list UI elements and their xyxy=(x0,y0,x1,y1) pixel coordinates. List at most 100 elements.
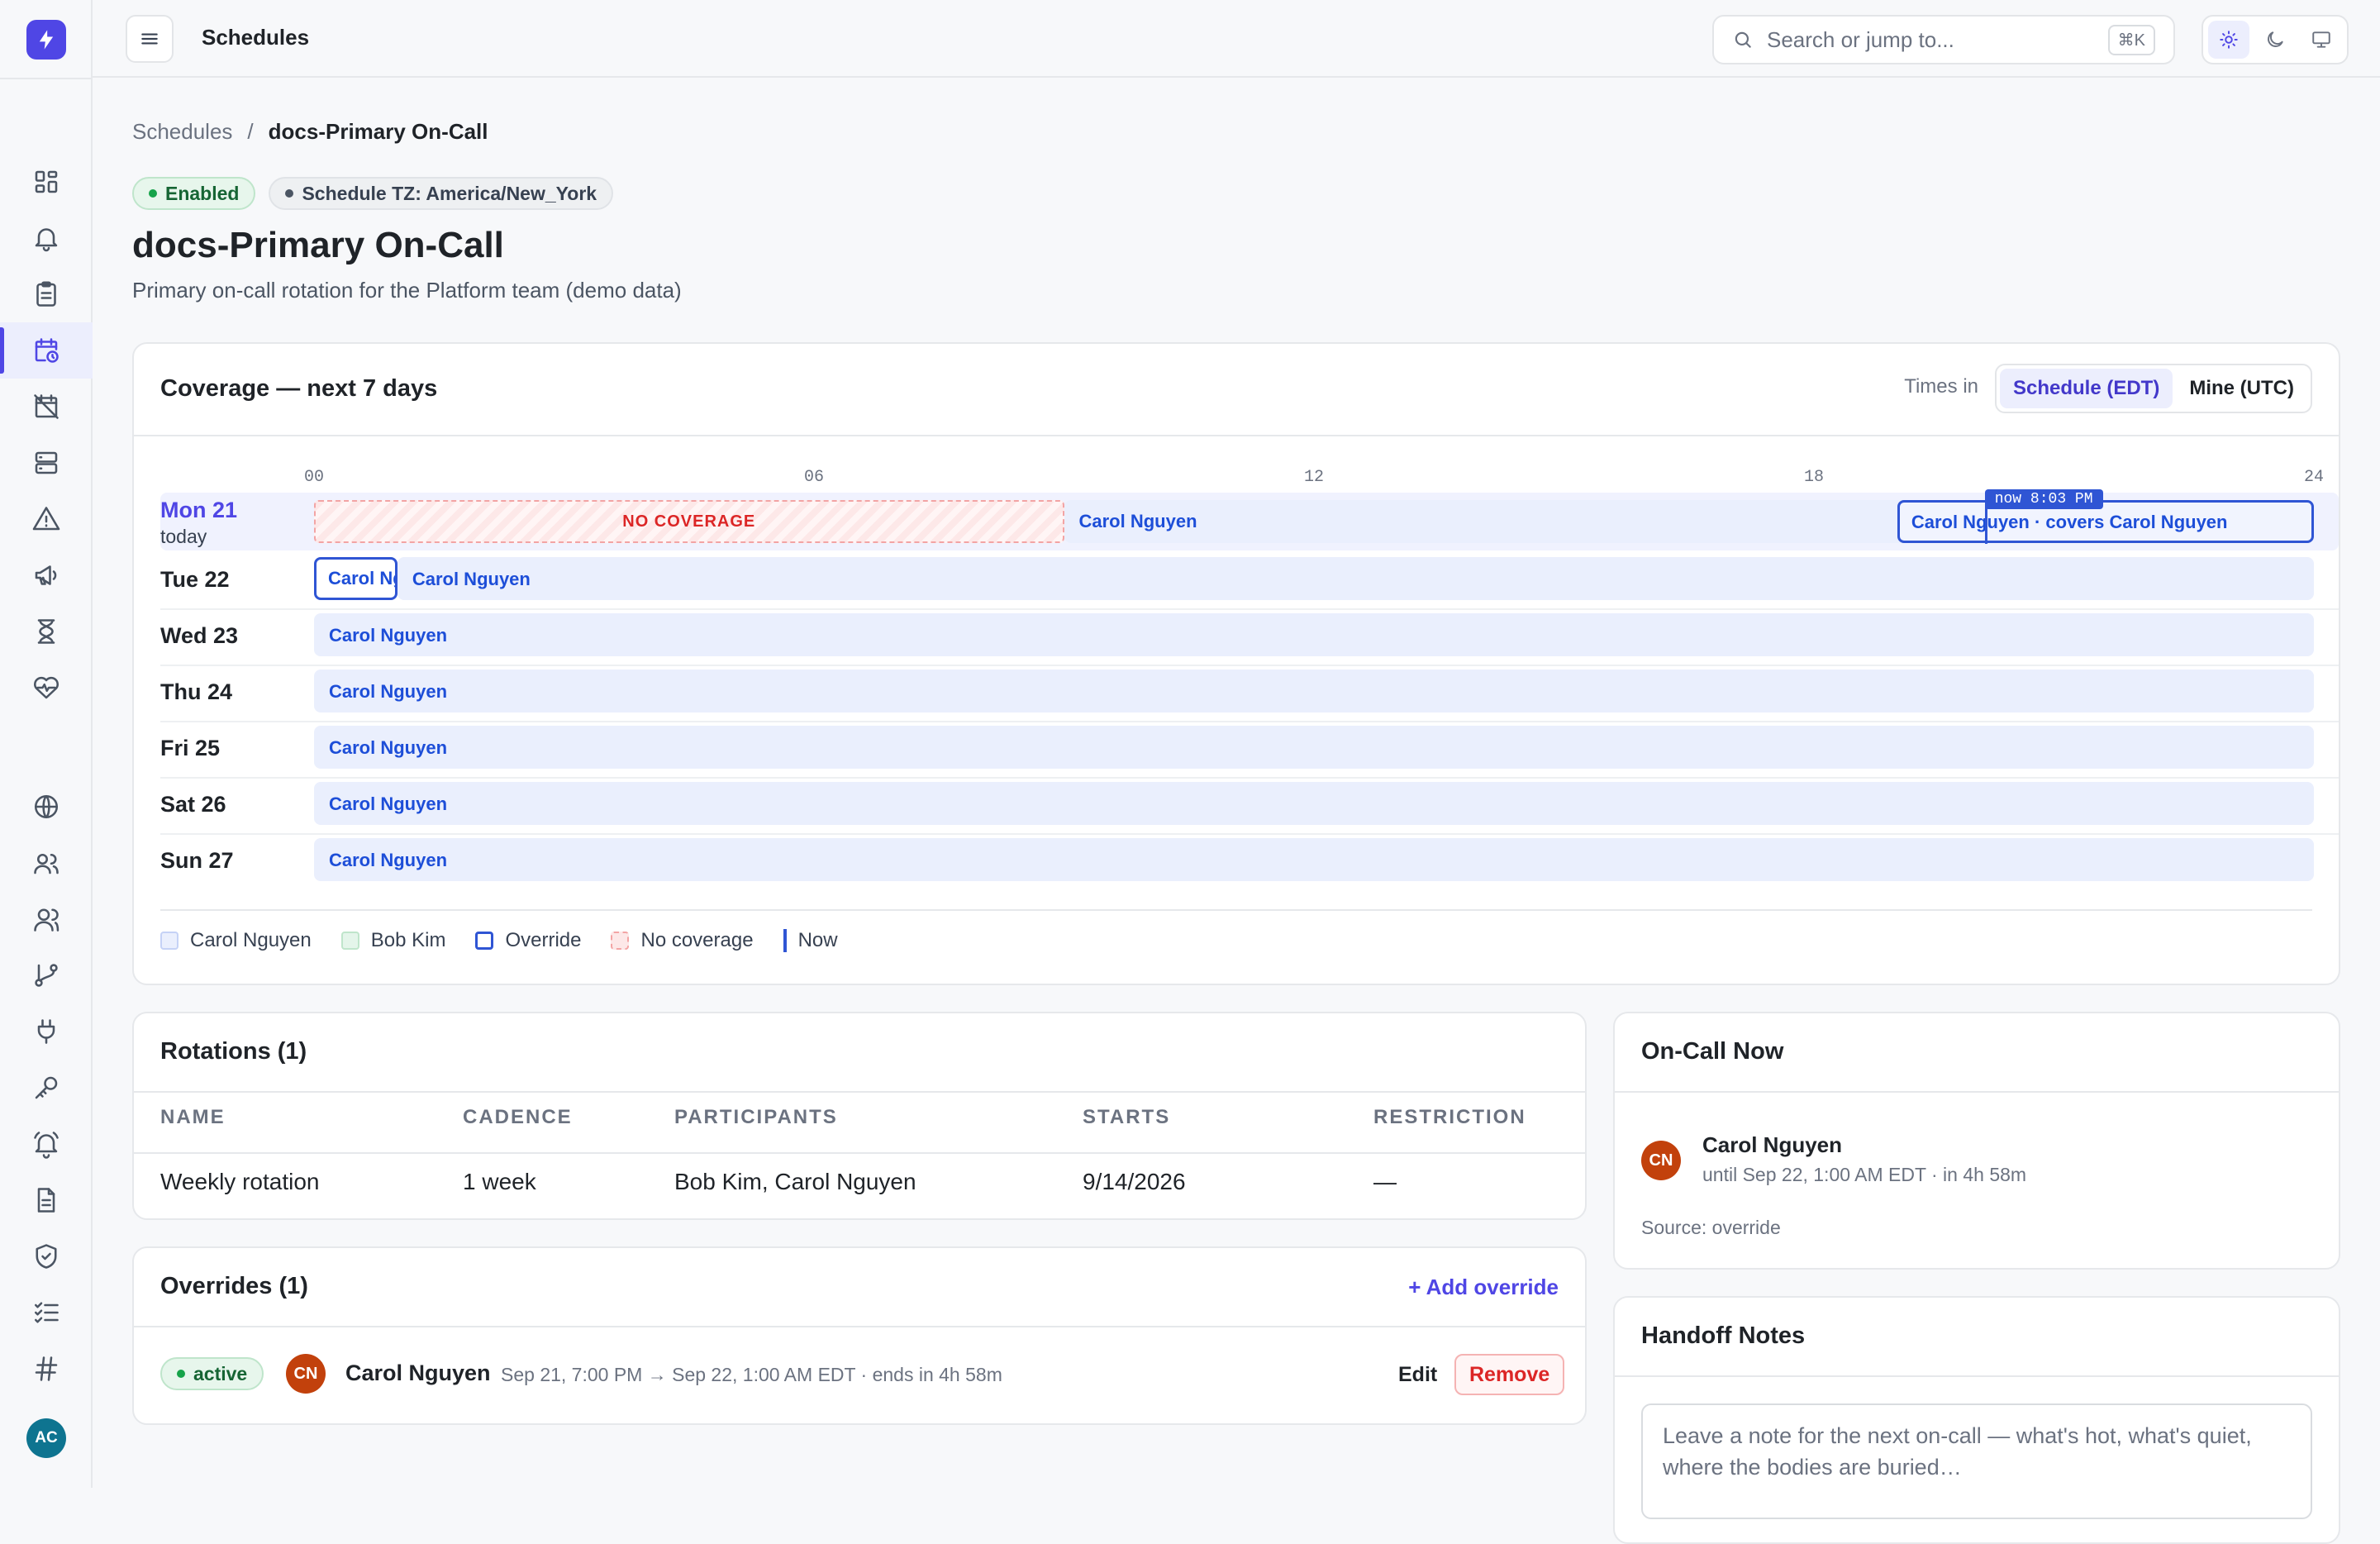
legend-label: Bob Kim xyxy=(370,929,446,951)
top-bar-title: Schedules xyxy=(202,25,310,50)
coverage-card: Coverage — next 7 days Times in Schedule… xyxy=(132,342,2340,985)
checklist-icon[interactable] xyxy=(0,1284,93,1341)
shift-label: Carol Nguyen xyxy=(329,737,448,758)
tz-mine-option[interactable]: Mine (UTC) xyxy=(2176,369,2307,408)
user-avatar[interactable]: AC xyxy=(26,1418,66,1458)
bolt-icon[interactable] xyxy=(26,20,66,60)
hour-tick: 06 xyxy=(803,468,825,487)
calendar-off-icon[interactable] xyxy=(0,379,93,435)
oncall-now-title: On-Call Now xyxy=(1641,1038,1784,1065)
handoff-divider xyxy=(1615,1375,2339,1377)
legend-carol: Carol Nguyen xyxy=(160,929,312,952)
breadcrumb: Schedules / docs-Primary On-Call xyxy=(132,119,488,145)
table-header-divider xyxy=(134,1152,1585,1154)
column-header: STARTS xyxy=(1083,1106,1171,1128)
megaphone-icon[interactable] xyxy=(0,547,93,603)
legend-label: Override xyxy=(505,929,582,951)
calendar-clock-icon[interactable] xyxy=(0,322,93,379)
sun-icon[interactable] xyxy=(2208,21,2249,59)
hourglass-icon[interactable] xyxy=(0,603,93,660)
heart-pulse-icon[interactable] xyxy=(0,660,93,716)
document-icon[interactable] xyxy=(0,1172,93,1228)
breadcrumb-current: docs-Primary On-Call xyxy=(268,119,488,144)
oncall-source: Source: override xyxy=(1641,1217,1781,1238)
override-status-label: active xyxy=(193,1362,248,1384)
coverage-legend: Carol Nguyen Bob Kim Override No coverag… xyxy=(160,929,838,952)
shift-bar[interactable] xyxy=(314,670,2314,712)
day-row-tue: Tue 22 Carol Nguyen Carol Nguyen xyxy=(160,554,2339,610)
day-row-sat: Sat 26 Carol Nguyen xyxy=(160,779,2339,835)
hour-tick: 24 xyxy=(2303,468,2325,487)
shift-label: Carol Nguyen xyxy=(1078,511,1197,531)
warning-icon[interactable] xyxy=(0,491,93,547)
overrides-title: Overrides (1) xyxy=(160,1273,308,1299)
breadcrumb-parent-link[interactable]: Schedules xyxy=(132,119,232,145)
today-label: today xyxy=(160,526,207,547)
override-label: Carol Nguyen xyxy=(328,568,395,589)
column-header: RESTRICTION xyxy=(1373,1106,1526,1128)
handoff-notes-input[interactable] xyxy=(1641,1403,2312,1519)
override-status-badge: active xyxy=(160,1357,264,1390)
top-bar: Schedules Search or jump to... ⌘K xyxy=(93,0,2380,78)
remove-override-button[interactable]: Remove xyxy=(1454,1354,1565,1395)
page-description: Primary on-call rotation for the Platfor… xyxy=(132,278,682,303)
shield-check-icon[interactable] xyxy=(0,1228,93,1284)
overrides-divider xyxy=(134,1326,1585,1327)
team-icon[interactable] xyxy=(0,891,93,947)
day-label: Wed 23 xyxy=(160,623,239,648)
shift-label: Carol Nguyen xyxy=(329,681,448,702)
globe-icon[interactable] xyxy=(0,779,93,835)
coverage-title: Coverage — next 7 days xyxy=(160,375,438,402)
edit-override-button[interactable]: Edit xyxy=(1383,1354,1452,1395)
shift-bar[interactable] xyxy=(314,782,2314,825)
day-row-thu: Thu 24 Carol Nguyen xyxy=(160,666,2339,722)
day-label: Sat 26 xyxy=(160,792,226,817)
bell-ring-icon[interactable] xyxy=(0,1116,93,1172)
git-branch-icon[interactable] xyxy=(0,947,93,1003)
shift-bar[interactable] xyxy=(397,557,2314,600)
users-icon[interactable] xyxy=(0,835,93,891)
shift-bar[interactable] xyxy=(314,613,2314,656)
rail-divider xyxy=(0,78,93,79)
monitor-icon[interactable] xyxy=(2301,21,2342,59)
timezone-dot xyxy=(285,189,294,198)
oncall-now-card: On-Call Now CN Carol Nguyen until Sep 22… xyxy=(1613,1012,2340,1270)
menu-icon[interactable] xyxy=(126,15,174,63)
handoff-notes-card: Handoff Notes xyxy=(1613,1296,2340,1544)
legend-swatch xyxy=(340,932,359,950)
rotation-participants-cell: Bob Kim, Carol Nguyen xyxy=(674,1169,916,1194)
bell-icon[interactable] xyxy=(0,210,93,266)
no-coverage-label: NO COVERAGE xyxy=(622,512,756,531)
oncall-person[interactable]: Carol Nguyen xyxy=(1702,1132,1842,1158)
hash-icon[interactable] xyxy=(0,1341,93,1397)
add-override-button[interactable]: + Add override xyxy=(1408,1275,1559,1300)
rotations-divider xyxy=(134,1091,1585,1093)
override-label: Carol Nguyen · covers Carol Nguyen xyxy=(1911,512,2228,532)
override-block[interactable]: Carol Nguyen · covers Carol Nguyen xyxy=(1897,500,2314,543)
rotation-starts-cell: 9/14/2026 xyxy=(1083,1169,1186,1194)
shift-bar[interactable] xyxy=(314,838,2314,881)
breadcrumb-separator: / xyxy=(247,119,254,144)
moon-icon[interactable] xyxy=(2254,21,2296,59)
tz-schedule-option[interactable]: Schedule (EDT) xyxy=(1999,369,2173,408)
rotations-title: Rotations (1) xyxy=(160,1038,307,1065)
legend-swatch xyxy=(611,932,630,950)
override-block[interactable]: Carol Nguyen xyxy=(314,557,397,600)
status-dot xyxy=(177,1370,185,1378)
shift-bar[interactable] xyxy=(314,726,2314,769)
search-box[interactable]: Search or jump to... ⌘K xyxy=(1712,15,2175,64)
plug-icon[interactable] xyxy=(0,1003,93,1060)
key-icon[interactable] xyxy=(0,1060,93,1116)
left-rail: AC xyxy=(0,0,93,1488)
rotation-name-cell: Weekly rotation xyxy=(160,1169,320,1194)
day-label: Fri 25 xyxy=(160,736,221,760)
search-placeholder[interactable]: Search or jump to... xyxy=(1767,27,2108,53)
dashboard-icon[interactable] xyxy=(0,154,93,210)
clipboard-icon[interactable] xyxy=(0,266,93,322)
legend-bob: Bob Kim xyxy=(340,929,446,952)
legend-now: Now xyxy=(783,929,838,952)
server-icon[interactable] xyxy=(0,435,93,491)
day-label: Mon 21 xyxy=(160,498,238,522)
times-in-label: Times in xyxy=(1904,375,1978,398)
day-label: Sun 27 xyxy=(160,848,234,873)
